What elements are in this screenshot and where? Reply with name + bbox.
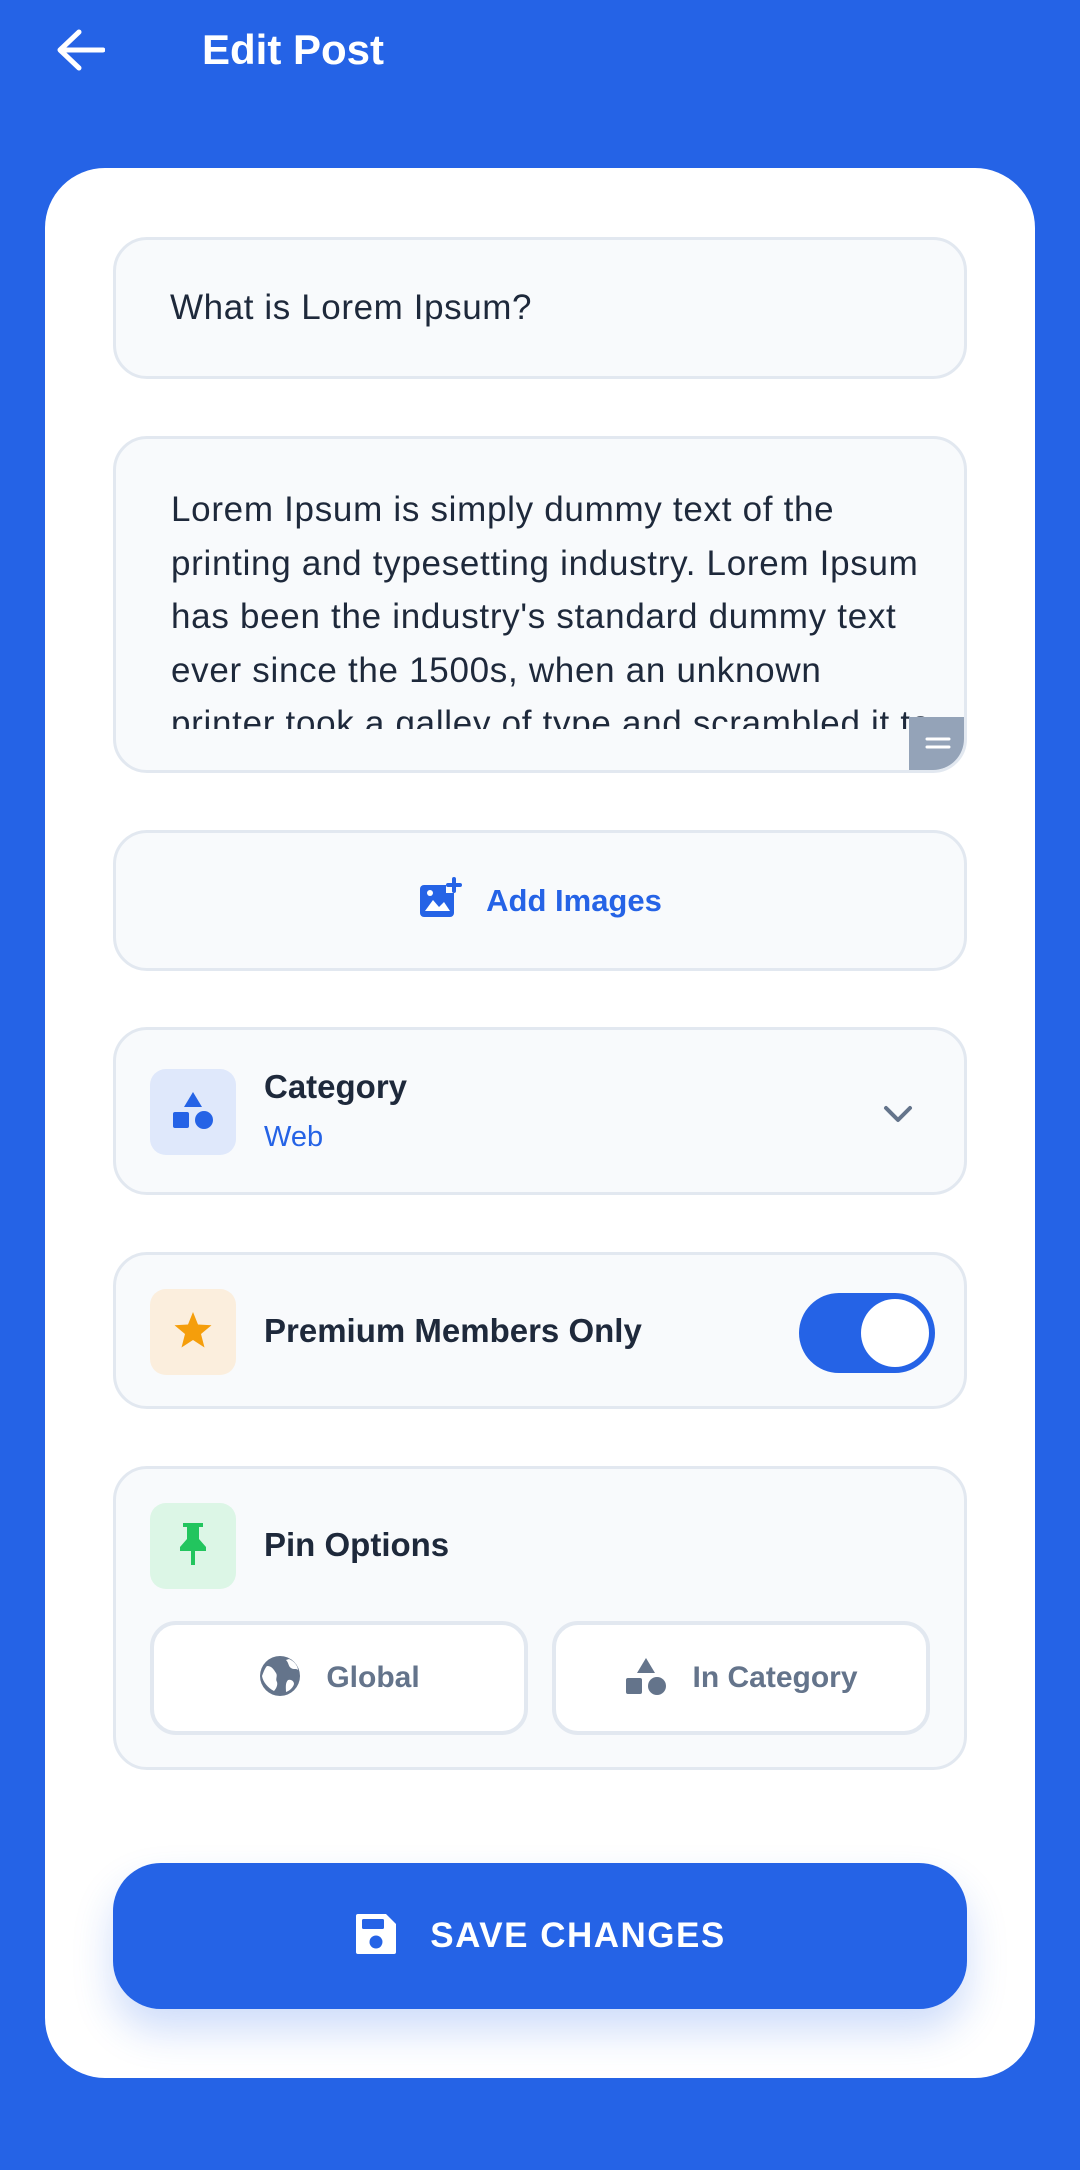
toggle-knob	[861, 1299, 929, 1367]
add-photo-icon	[418, 877, 463, 924]
shapes-icon	[624, 1656, 668, 1701]
back-button[interactable]	[48, 20, 112, 84]
post-title-value: What is Lorem Ipsum?	[170, 288, 533, 327]
pin-icon-box	[150, 1503, 236, 1589]
premium-toggle[interactable]	[799, 1293, 935, 1373]
premium-members-row: Premium Members Only	[113, 1252, 967, 1409]
premium-label: Premium Members Only	[264, 1312, 642, 1349]
edit-post-card: What is Lorem Ipsum? Lorem Ipsum is simp…	[45, 168, 1035, 2078]
save-changes-label: SAVE CHANGES	[430, 1916, 726, 1955]
pin-in-category-label: In Category	[692, 1661, 858, 1694]
resize-grip-icon	[925, 736, 951, 755]
resize-handle[interactable]	[909, 717, 964, 770]
arrow-left-icon	[55, 28, 106, 77]
add-images-button[interactable]: Add Images	[113, 830, 967, 971]
page-title: Edit Post	[202, 26, 385, 73]
pin-options-section: Pin Options Global In Category	[113, 1466, 967, 1770]
category-icon-box	[150, 1069, 236, 1155]
category-select[interactable]: Category Web	[113, 1027, 967, 1195]
shapes-icon	[171, 1090, 215, 1135]
pin-icon	[175, 1521, 211, 1572]
category-value: Web	[264, 1121, 324, 1153]
add-images-label: Add Images	[486, 882, 662, 918]
pin-global-label: Global	[326, 1661, 420, 1694]
globe-icon	[258, 1654, 302, 1703]
star-icon	[173, 1311, 213, 1354]
save-changes-button[interactable]: SAVE CHANGES	[113, 1863, 967, 2009]
post-body-textarea[interactable]: Lorem Ipsum is simply dummy text of the …	[113, 436, 967, 773]
pin-options-label: Pin Options	[264, 1526, 450, 1563]
save-icon	[354, 1912, 398, 1961]
pin-global-button[interactable]: Global	[150, 1621, 528, 1735]
post-title-input[interactable]: What is Lorem Ipsum?	[113, 237, 967, 379]
pin-in-category-button[interactable]: In Category	[552, 1621, 930, 1735]
chevron-down-icon	[878, 1094, 918, 1134]
premium-icon-box	[150, 1289, 236, 1375]
app-bar: Edit Post	[0, 0, 1080, 110]
category-label: Category	[264, 1068, 408, 1105]
post-body-value: Lorem Ipsum is simply dummy text of the …	[171, 490, 930, 729]
